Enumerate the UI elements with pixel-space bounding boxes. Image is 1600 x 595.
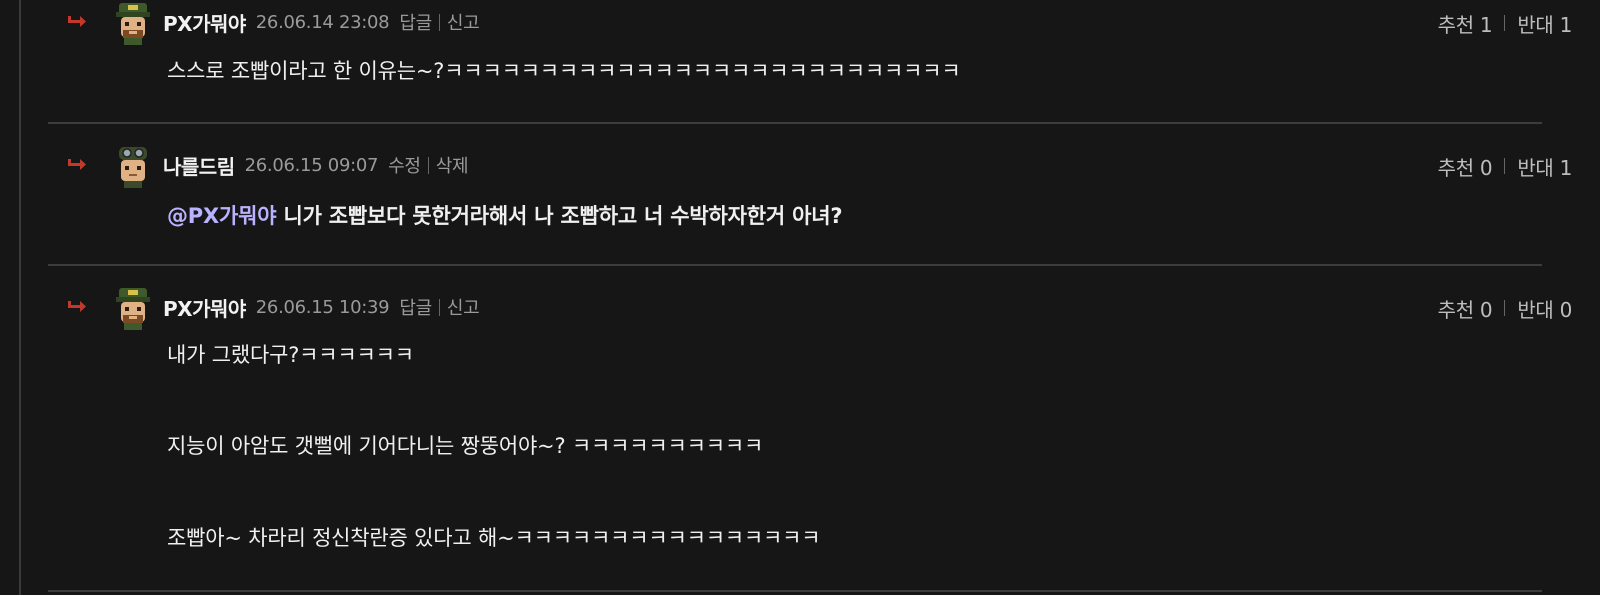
comment-text: 내가 그랬다구?ㅋㅋㅋㅋㅋㅋ	[167, 343, 414, 367]
separator	[1504, 15, 1506, 31]
upvote-button[interactable]: 추천 0	[1438, 152, 1493, 181]
reply-arrow-icon	[68, 16, 86, 27]
reply-arrow-icon	[68, 159, 86, 170]
comment-text: 지능이 아암도 갯뻘에 기어다니는 짱뚱어야~? ㅋㅋㅋㅋㅋㅋㅋㅋㅋㅋ	[167, 434, 764, 458]
upvote-button[interactable]: 추천 0	[1438, 294, 1493, 323]
mention-link[interactable]: @PX가뭐야	[167, 204, 277, 228]
downvote-button[interactable]: 반대 1	[1517, 152, 1572, 181]
left-border	[19, 0, 21, 595]
report-link[interactable]: 신고	[447, 294, 480, 320]
upvote-button[interactable]: 추천 1	[1438, 9, 1493, 38]
author-name[interactable]: PX가뭐야	[163, 293, 246, 322]
author-name[interactable]: PX가뭐야	[163, 8, 246, 37]
reply-link[interactable]: 답글	[399, 9, 432, 35]
comment-meta: PX가뭐야 26.06.14 23:08 답글 신고	[163, 8, 480, 37]
report-link[interactable]: 신고	[447, 9, 480, 35]
separator	[1504, 300, 1506, 316]
edit-link[interactable]: 수정	[388, 152, 421, 178]
vote-box: 추천 0 반대 1	[1438, 152, 1573, 181]
downvote-button[interactable]: 반대 0	[1517, 294, 1572, 323]
soldier-avatar-icon	[116, 3, 150, 45]
author-name[interactable]: 나를드림	[163, 151, 235, 180]
comment-meta: PX가뭐야 26.06.15 10:39 답글 신고	[163, 293, 480, 322]
delete-link[interactable]: 삭제	[436, 152, 469, 178]
reply-arrow-icon	[68, 301, 86, 312]
reply-link[interactable]: 답글	[399, 294, 432, 320]
comment-divider	[48, 590, 1542, 592]
vote-box: 추천 0 반대 0	[1438, 294, 1573, 323]
comment-meta: 나를드림 26.06.15 09:07 수정 삭제	[163, 151, 469, 180]
separator	[1504, 158, 1506, 174]
downvote-button[interactable]: 반대 1	[1517, 9, 1572, 38]
goggles-soldier-avatar-icon	[119, 147, 147, 188]
comment-date: 26.06.15 09:07	[244, 154, 379, 176]
comment-text: 조빱아~ 차라리 정신착란증 있다고 해~ㅋㅋㅋㅋㅋㅋㅋㅋㅋㅋㅋㅋㅋㅋㅋㅋ	[167, 526, 821, 550]
comment-text-body: 니가 조빱보다 못한거라해서 나 조빱하고 너 수박하자한거 아녀?	[276, 204, 843, 228]
comment-divider	[48, 122, 1542, 124]
comment-divider	[48, 264, 1542, 266]
separator	[427, 156, 429, 174]
separator	[438, 298, 440, 316]
soldier-avatar-icon	[116, 288, 150, 330]
comment-date: 26.06.15 10:39	[255, 296, 390, 318]
comment-date: 26.06.14 23:08	[255, 11, 390, 33]
vote-box: 추천 1 반대 1	[1438, 9, 1573, 38]
comment-text: @PX가뭐야 니가 조빱보다 못한거라해서 나 조빱하고 너 수박하자한거 아녀…	[167, 200, 843, 230]
separator	[438, 13, 440, 31]
comment-text: 스스로 조빱이라고 한 이유는~?ㅋㅋㅋㅋㅋㅋㅋㅋㅋㅋㅋㅋㅋㅋㅋㅋㅋㅋㅋㅋㅋㅋㅋ…	[167, 59, 961, 83]
